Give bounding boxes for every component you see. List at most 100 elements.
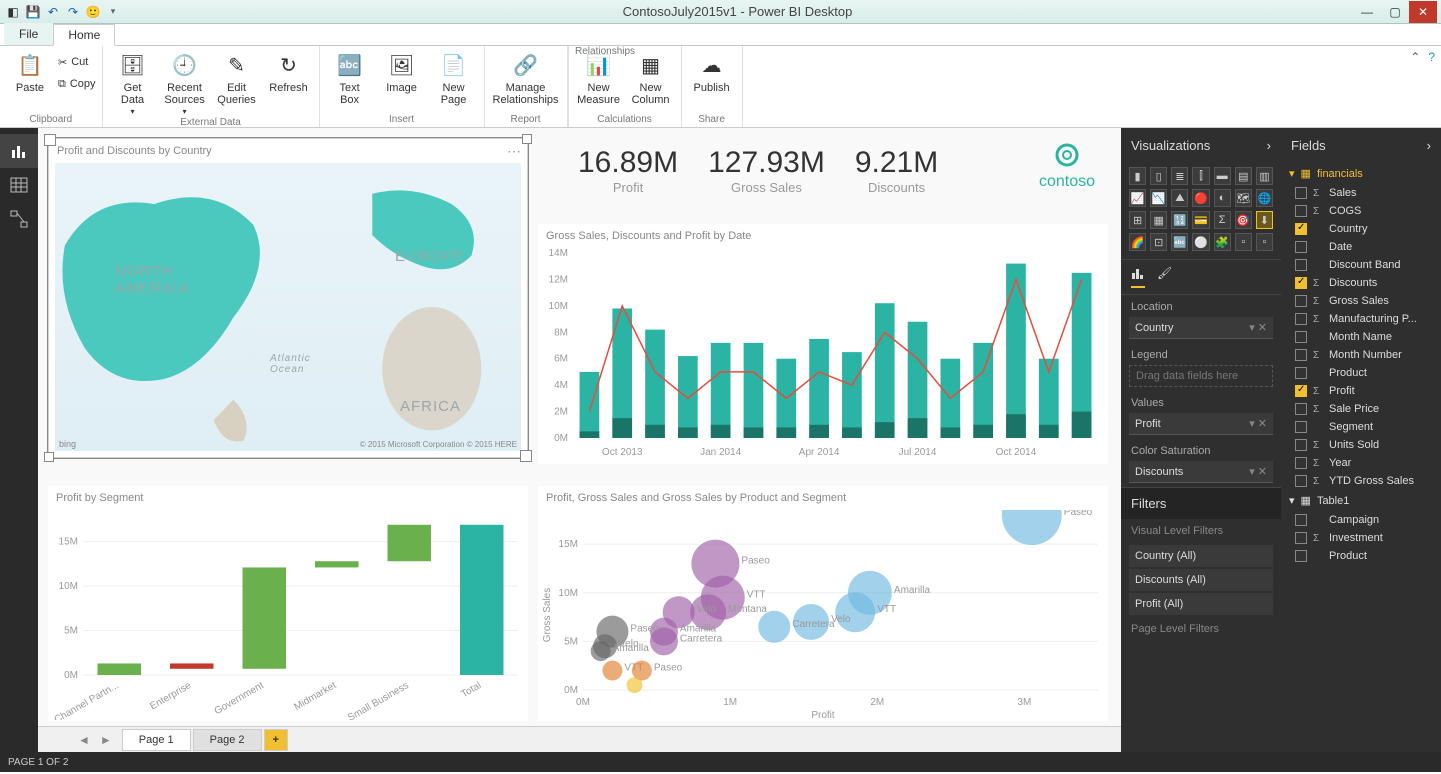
viz-type-button[interactable]: ▬ xyxy=(1214,167,1231,185)
tile-menu-icon[interactable]: ⋯ xyxy=(507,143,521,160)
color-well[interactable]: Discounts▾ ✕ xyxy=(1129,461,1273,483)
get-data-button[interactable]: 🗄Get Data▾ xyxy=(109,48,157,117)
viz-type-button[interactable]: ⊞ xyxy=(1129,211,1146,229)
location-well[interactable]: Country▾ ✕ xyxy=(1129,317,1273,339)
linebar-visual[interactable]: Gross Sales, Discounts and Profit by Dat… xyxy=(538,224,1108,464)
copy-button[interactable]: ⧉Copy xyxy=(58,74,96,94)
checkbox[interactable] xyxy=(1295,367,1307,379)
checkbox[interactable] xyxy=(1295,532,1307,544)
close-button[interactable]: ✕ xyxy=(1409,1,1437,23)
viz-type-button[interactable]: 🧩 xyxy=(1214,233,1231,251)
viz-type-button[interactable]: ≣ xyxy=(1171,167,1188,185)
recent-sources-button[interactable]: 🕘Recent Sources▾ xyxy=(161,48,209,117)
scatter-visual[interactable]: Profit, Gross Sales and Gross Sales by P… xyxy=(538,486,1108,721)
viz-type-button[interactable]: 🎯 xyxy=(1235,211,1252,229)
legend-well[interactable]: Drag data fields here xyxy=(1129,365,1273,387)
tab-home[interactable]: Home xyxy=(53,24,115,46)
viz-type-button[interactable]: ▯ xyxy=(1150,167,1167,185)
viz-type-button[interactable]: ⚪ xyxy=(1192,233,1209,251)
model-view-button[interactable] xyxy=(0,202,38,236)
checkbox[interactable] xyxy=(1295,331,1307,343)
page-tab-1[interactable]: Page 1 xyxy=(122,729,191,751)
checkbox[interactable] xyxy=(1295,241,1307,253)
checkbox[interactable] xyxy=(1295,421,1307,433)
field-item[interactable]: ΣGross Sales xyxy=(1281,292,1441,310)
report-view-button[interactable] xyxy=(0,134,38,168)
table-header[interactable]: ▾▦financials xyxy=(1281,163,1441,184)
viz-type-button[interactable]: 🌈 xyxy=(1129,233,1146,251)
checkbox[interactable] xyxy=(1295,313,1307,325)
field-item[interactable]: ΣYear xyxy=(1281,454,1441,472)
viz-type-button[interactable]: 💳 xyxy=(1192,211,1209,229)
checkbox[interactable] xyxy=(1295,439,1307,451)
field-item[interactable]: Discount Band xyxy=(1281,256,1441,274)
filter-item[interactable]: Country (All) xyxy=(1129,545,1273,567)
viz-type-button[interactable]: ⊡ xyxy=(1150,233,1167,251)
collapse-icon[interactable]: › xyxy=(1267,138,1271,153)
maximize-button[interactable]: ▢ xyxy=(1381,1,1409,23)
filter-item[interactable]: Discounts (All) xyxy=(1129,569,1273,591)
viz-type-button[interactable]: ▫ xyxy=(1235,233,1252,251)
fields-tab-icon[interactable] xyxy=(1131,266,1145,288)
field-item[interactable]: ΣUnits Sold xyxy=(1281,436,1441,454)
field-item[interactable]: Country xyxy=(1281,220,1441,238)
help-icon[interactable]: ? xyxy=(1428,50,1435,64)
field-item[interactable]: Campaign xyxy=(1281,511,1441,529)
report-canvas[interactable]: Profit and Discounts by Country ⋯ NORTH … xyxy=(38,128,1121,752)
field-item[interactable]: ΣInvestment xyxy=(1281,529,1441,547)
viz-type-button[interactable]: ▮ xyxy=(1129,167,1146,185)
prev-page-icon[interactable]: ◄ xyxy=(78,733,90,747)
kpi-card[interactable]: 127.93MGross Sales xyxy=(708,146,825,195)
viz-type-button[interactable]: 🔤 xyxy=(1171,233,1188,251)
field-item[interactable]: ΣSales xyxy=(1281,184,1441,202)
checkbox[interactable] xyxy=(1295,277,1307,289)
field-item[interactable]: Date xyxy=(1281,238,1441,256)
checkbox[interactable] xyxy=(1295,385,1307,397)
viz-type-button[interactable]: 🔢 xyxy=(1171,211,1188,229)
checkbox[interactable] xyxy=(1295,514,1307,526)
viz-type-button[interactable]: 📉 xyxy=(1150,189,1167,207)
minimize-button[interactable]: — xyxy=(1353,1,1381,23)
viz-type-button[interactable]: 🔴 xyxy=(1192,189,1209,207)
new-page-button[interactable]: 📄New Page xyxy=(430,48,478,106)
checkbox[interactable] xyxy=(1295,349,1307,361)
viz-type-button[interactable]: ⛰ xyxy=(1171,189,1188,207)
viz-type-button[interactable]: 📈 xyxy=(1129,189,1146,207)
checkbox[interactable] xyxy=(1295,403,1307,415)
viz-type-button[interactable]: ⫿ xyxy=(1192,167,1209,185)
edit-queries-button[interactable]: ✎Edit Queries xyxy=(213,48,261,106)
viz-type-button[interactable]: ▥ xyxy=(1256,167,1273,185)
image-button[interactable]: 🖼Image xyxy=(378,48,426,94)
checkbox[interactable] xyxy=(1295,550,1307,562)
field-item[interactable]: Month Name xyxy=(1281,328,1441,346)
segment-visual[interactable]: Profit by Segment 0M5M10M15MChannel Part… xyxy=(48,486,528,721)
field-item[interactable]: ΣYTD Gross Sales xyxy=(1281,472,1441,490)
field-item[interactable]: ΣDiscounts xyxy=(1281,274,1441,292)
resize-handle[interactable] xyxy=(522,134,532,144)
viz-type-button[interactable]: Σ xyxy=(1214,211,1231,229)
viz-type-button[interactable]: ▫ xyxy=(1256,233,1273,251)
values-well[interactable]: Profit▾ ✕ xyxy=(1129,413,1273,435)
field-item[interactable]: ΣManufacturing P... xyxy=(1281,310,1441,328)
redo-icon[interactable]: ↷ xyxy=(64,3,82,21)
cut-button[interactable]: ✂Cut xyxy=(58,52,96,72)
smile-icon[interactable]: 🙂 xyxy=(84,3,102,21)
field-item[interactable]: Segment xyxy=(1281,418,1441,436)
textbox-button[interactable]: 🔤Text Box xyxy=(326,48,374,106)
viz-type-button[interactable]: ▦ xyxy=(1150,211,1167,229)
undo-icon[interactable]: ↶ xyxy=(44,3,62,21)
field-item[interactable]: ΣSale Price xyxy=(1281,400,1441,418)
field-item[interactable]: Product xyxy=(1281,364,1441,382)
checkbox[interactable] xyxy=(1295,205,1307,217)
resize-handle[interactable] xyxy=(44,452,54,462)
kpi-card[interactable]: 9.21MDiscounts xyxy=(855,146,938,195)
collapse-icon[interactable]: › xyxy=(1427,138,1431,153)
checkbox[interactable] xyxy=(1295,475,1307,487)
viz-type-button[interactable]: ▤ xyxy=(1235,167,1252,185)
format-tab-icon[interactable]: 🖌 xyxy=(1157,266,1172,288)
next-page-icon[interactable]: ► xyxy=(100,733,112,747)
viz-type-button[interactable]: 🌐 xyxy=(1256,189,1273,207)
checkbox[interactable] xyxy=(1295,223,1307,235)
tab-file[interactable]: File xyxy=(4,23,53,45)
map-visual[interactable]: Profit and Discounts by Country ⋯ NORTH … xyxy=(48,138,528,458)
